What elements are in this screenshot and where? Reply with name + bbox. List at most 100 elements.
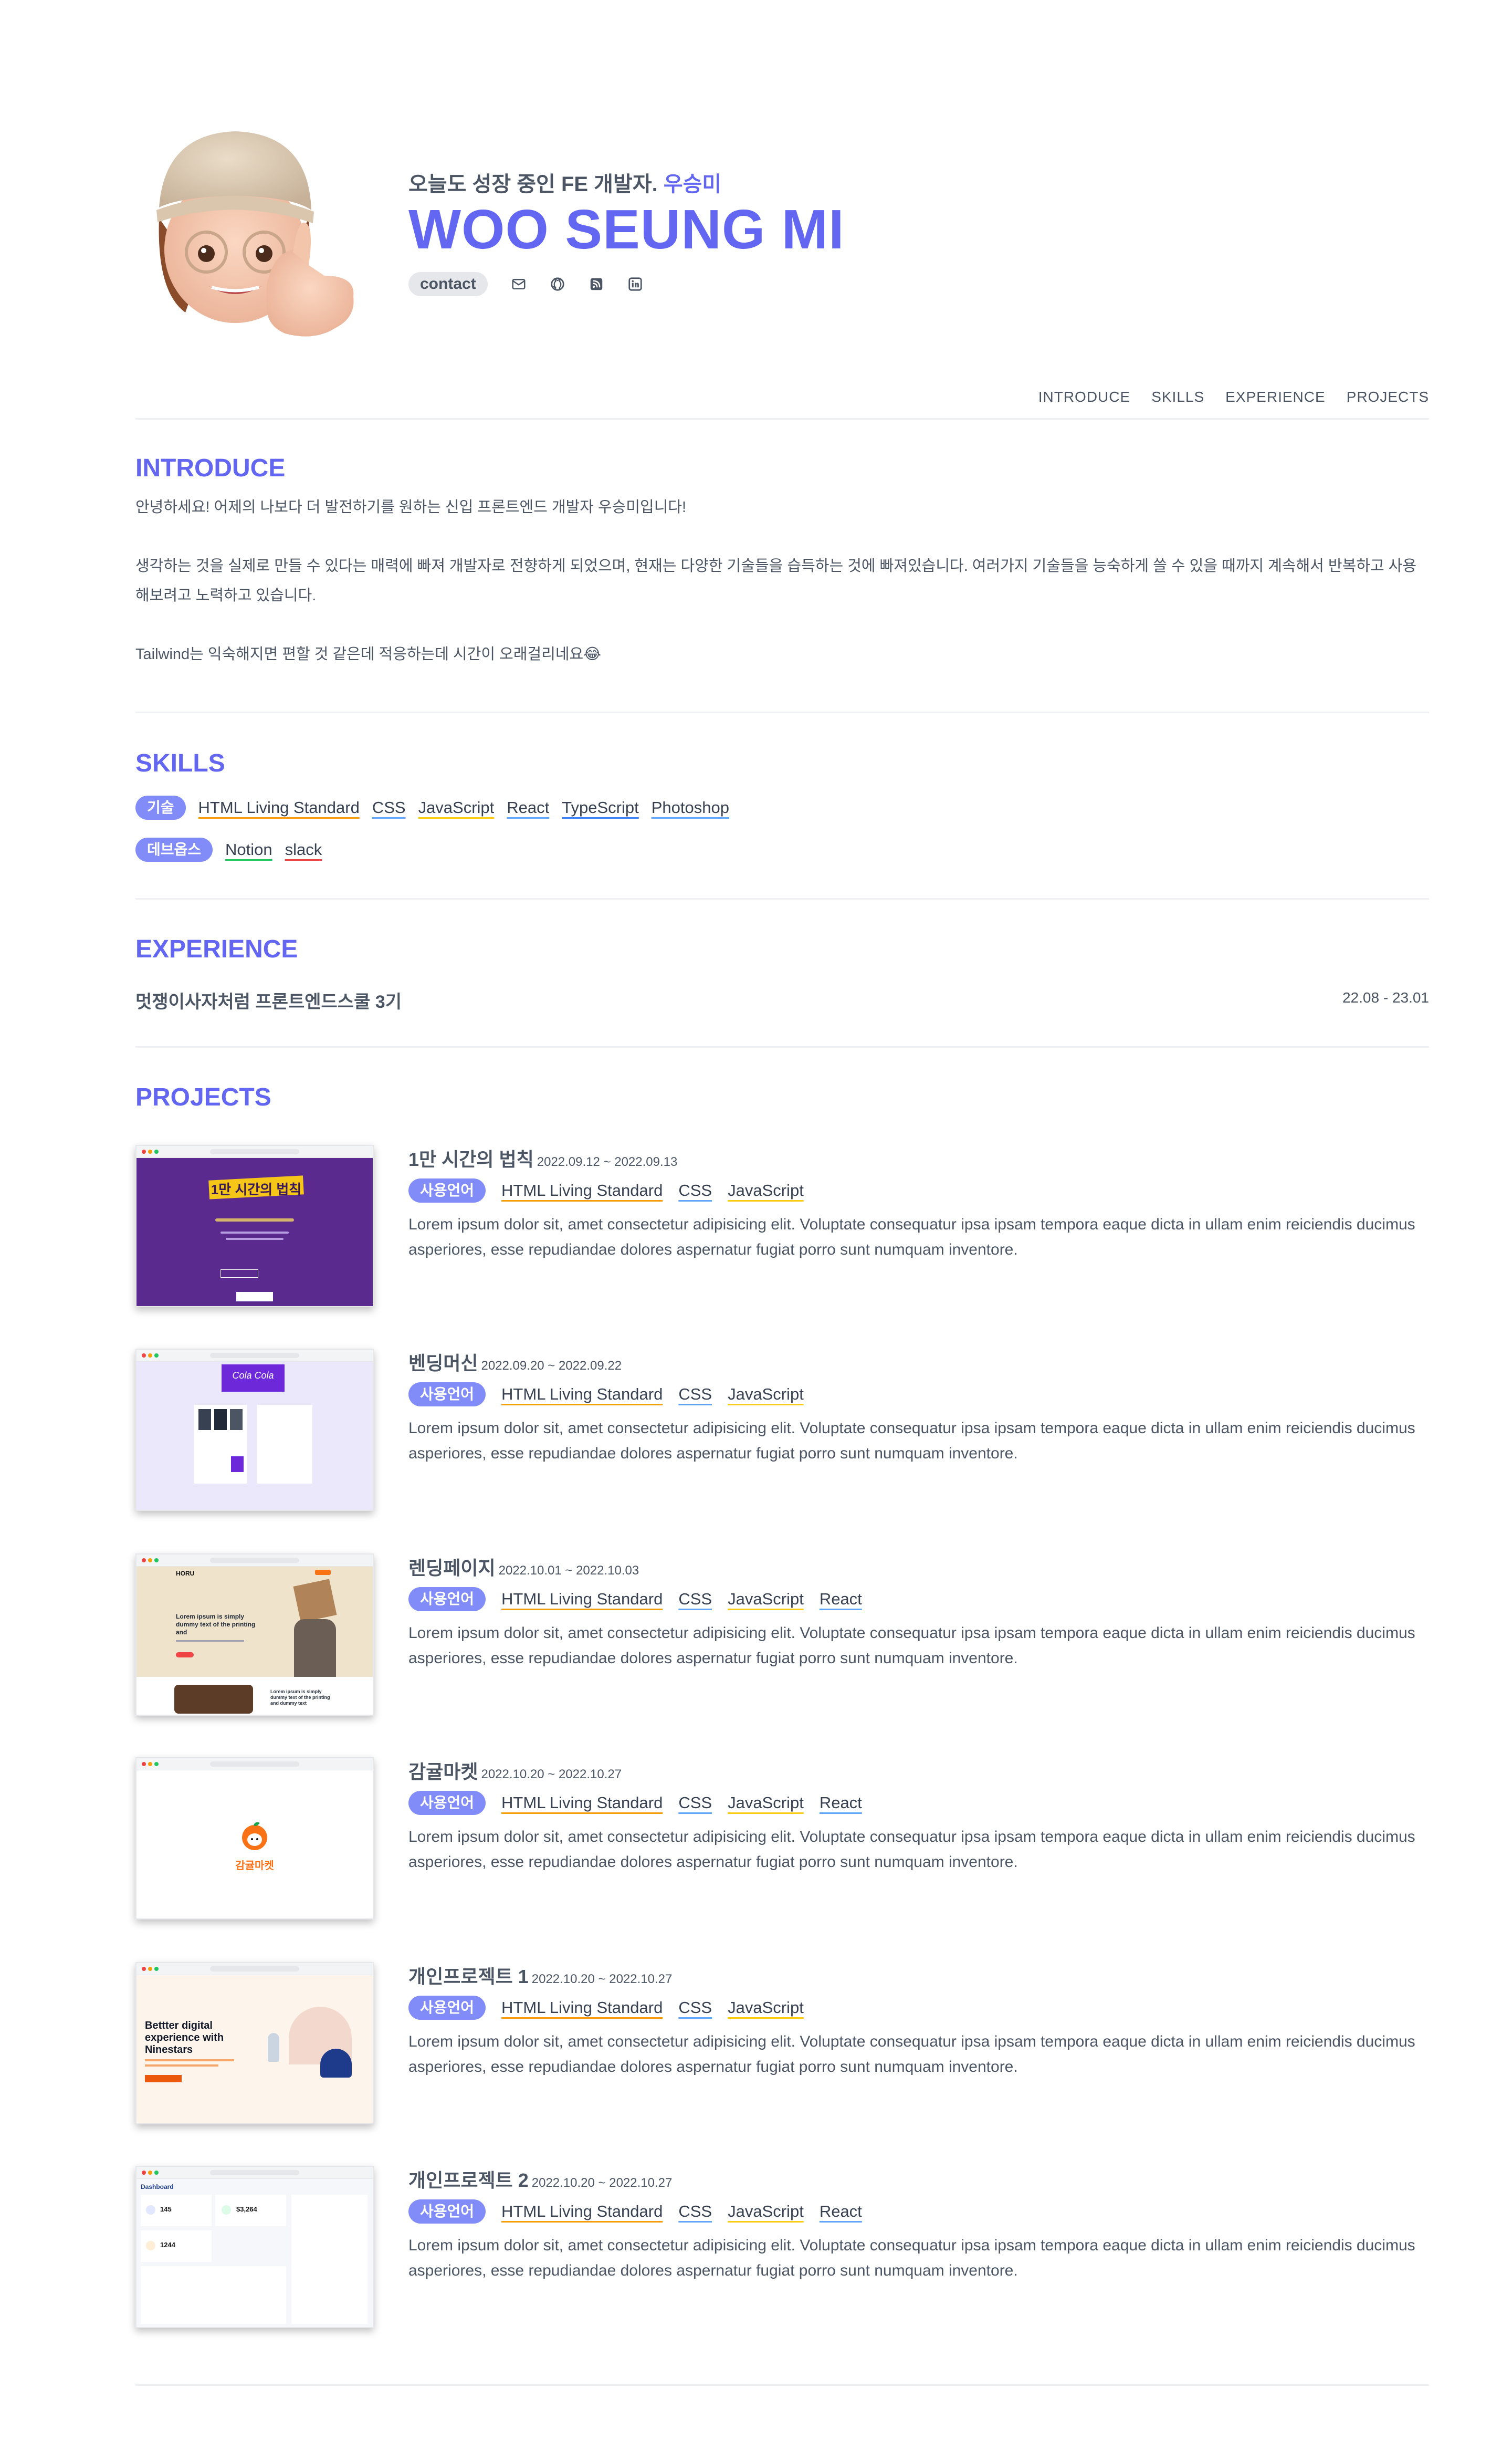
mail-icon[interactable] — [511, 276, 527, 292]
project-name: 개인프로젝트 1 — [408, 1966, 529, 1987]
project-description: Lorem ipsum dolor sit, amet consectetur … — [408, 1420, 1415, 1462]
language-tag: CSS — [678, 2202, 712, 2220]
project-date: 2022.10.20 ~ 2022.10.27 — [531, 1972, 673, 1986]
hero-subtitle: 오늘도 성장 중인 FE 개발자. 우승미 — [408, 168, 845, 201]
language-tag: React — [819, 1590, 862, 1608]
divider — [135, 898, 1429, 900]
language-tag: JavaScript — [728, 1998, 804, 2017]
language-tag: HTML Living Standard — [501, 1998, 663, 2017]
skill-tag: TypeScript — [562, 798, 639, 817]
project-thumbnail[interactable]: Dashboard 145 $3,264 1244 — [135, 2166, 374, 2328]
experience-date: 22.08 - 23.01 — [1342, 989, 1429, 1006]
project-name: 1만 시간의 법칙 — [408, 1149, 534, 1170]
project-card: Dashboard 145 $3,264 1244 개인프로젝트 2 2022.1… — [135, 2166, 1429, 2329]
project-thumbnail[interactable]: Cola Cola — [135, 1349, 374, 1511]
thumb-text: 145 — [160, 2205, 172, 2213]
thumb-text: HORU — [176, 1570, 195, 1577]
language-tag: CSS — [678, 1181, 712, 1199]
language-tag: JavaScript — [728, 2202, 804, 2220]
project-thumbnail[interactable]: 1만 시간의 법칙 — [135, 1145, 374, 1307]
project-description: Lorem ipsum dolor sit, amet consectetur … — [408, 1216, 1415, 1258]
skill-tag: JavaScript — [418, 798, 495, 817]
language-tag: JavaScript — [728, 1181, 804, 1199]
project-name: 렌딩페이지 — [408, 1557, 496, 1579]
project-title: 렌딩페이지 2022.10.01 ~ 2022.10.03 — [408, 1553, 1429, 1583]
project-date: 2022.09.20 ~ 2022.09.22 — [481, 1359, 622, 1373]
language-tag: CSS — [678, 1793, 712, 1812]
language-badge: 사용언어 — [408, 1382, 486, 1406]
contact-badge: contact — [408, 272, 488, 296]
project-info: 벤딩머신 2022.09.20 ~ 2022.09.22 사용언어 HTML Li… — [408, 1349, 1429, 1466]
contact-row: contact — [408, 272, 845, 296]
project-date: 2022.09.12 ~ 2022.09.13 — [537, 1155, 678, 1169]
project-name: 감귤마켓 — [408, 1761, 478, 1782]
github-icon[interactable] — [550, 276, 565, 292]
introduce-title: INTRODUCE — [135, 454, 286, 482]
language-tag: HTML Living Standard — [501, 1590, 663, 1608]
language-badge: 사용언어 — [408, 2199, 486, 2224]
project-thumbnail[interactable]: HORU Lorem ipsum is simply dummy text of… — [135, 1553, 374, 1716]
thumb-text: 감귤마켓 — [235, 1860, 274, 1872]
projects-title: PROJECTS — [135, 1083, 271, 1111]
thumb-text: $3,264 — [236, 2205, 257, 2213]
divider — [135, 712, 1429, 713]
project-info: 렌딩페이지 2022.10.01 ~ 2022.10.03 사용언어 HTML L… — [408, 1553, 1429, 1671]
project-title: 1만 시간의 법칙 2022.09.12 ~ 2022.09.13 — [408, 1145, 1429, 1174]
divider — [135, 1046, 1429, 1048]
nav-introduce[interactable]: INTRODUCE — [1038, 389, 1130, 405]
skills-devops-row: 데브옵스 Notion slack — [135, 838, 322, 862]
introduce-paragraph-3: Tailwind는 익숙해지면 편할 것 같은데 적응하는데 시간이 오래걸리네… — [135, 646, 602, 663]
thumb-text: Bettter digital experience with Ninestar… — [145, 2020, 224, 2056]
language-tag: React — [819, 2202, 862, 2220]
project-thumbnail[interactable]: 감귤마켓 — [135, 1757, 374, 1920]
thumb-text: Lorem ipsum is simply dummy text of the … — [270, 1689, 330, 1706]
language-badge: 사용언어 — [408, 1587, 486, 1611]
tangerine-icon — [242, 1822, 267, 1850]
thumb-text: 1만 시간의 법칙 — [211, 1182, 302, 1197]
introduce-paragraph-2: 생각하는 것을 실제로 만들 수 있다는 매력에 빠져 개발자로 전향하게 되었… — [135, 558, 1417, 604]
language-tag: HTML Living Standard — [501, 2202, 663, 2220]
language-tag: CSS — [678, 1590, 712, 1608]
thumb-text: 1244 — [160, 2241, 175, 2249]
language-tag: HTML Living Standard — [501, 1793, 663, 1812]
skill-tag: HTML Living Standard — [198, 798, 360, 817]
thumb-text: Dashboard — [141, 2183, 174, 2190]
language-badge: 사용언어 — [408, 1791, 486, 1815]
skill-tag: slack — [285, 840, 322, 859]
project-info: 개인프로젝트 1 2022.10.20 ~ 2022.10.27 사용언어 HTM… — [408, 1962, 1429, 2080]
rss-icon[interactable] — [589, 276, 604, 292]
project-title: 감귤마켓 2022.10.20 ~ 2022.10.27 — [408, 1757, 1429, 1787]
project-title: 개인프로젝트 2 2022.10.20 ~ 2022.10.27 — [408, 2166, 1429, 2195]
project-card: Cola Cola 벤딩머신 2022.09.20 ~ 2022.09.22 사용… — [135, 1349, 1429, 1511]
project-tags: 사용언어 HTML Living Standard CSS JavaScript — [408, 1381, 1429, 1407]
skill-tag: CSS — [372, 798, 406, 817]
project-name: 개인프로젝트 2 — [408, 2169, 529, 2191]
skill-tag: Notion — [225, 840, 272, 859]
project-description: Lorem ipsum dolor sit, amet consectetur … — [408, 2033, 1415, 2075]
nav-projects[interactable]: PROJECTS — [1347, 389, 1429, 405]
project-info: 1만 시간의 법칙 2022.09.12 ~ 2022.09.13 사용언어 HT… — [408, 1145, 1429, 1263]
project-thumbnail[interactable]: Bettter digital experience with Ninestar… — [135, 1962, 374, 2124]
subtitle-name: 우승미 — [663, 173, 722, 196]
project-card: Bettter digital experience with Ninestar… — [135, 1962, 1429, 2125]
experience-title: EXPERIENCE — [135, 935, 298, 963]
language-tag: JavaScript — [728, 1793, 804, 1812]
skills-tech-row: 기술 HTML Living Standard CSS JavaScript R… — [135, 796, 729, 820]
nav-skills[interactable]: SKILLS — [1151, 389, 1204, 405]
hero: 오늘도 성장 중인 FE 개발자. 우승미 WOO SEUNG MI conta… — [408, 168, 845, 296]
introduce-paragraph-1: 안녕하세요! 어제의 나보다 더 발전하기를 원하는 신입 프론트엔드 개발자 … — [135, 499, 687, 516]
project-info: 개인프로젝트 2 2022.10.20 ~ 2022.10.27 사용언어 HTM… — [408, 2166, 1429, 2283]
nav-experience[interactable]: EXPERIENCE — [1225, 389, 1326, 405]
project-info: 감귤마켓 2022.10.20 ~ 2022.10.27 사용언어 HTML Li… — [408, 1757, 1429, 1875]
language-badge: 사용언어 — [408, 1996, 486, 2020]
project-date: 2022.10.01 ~ 2022.10.03 — [498, 1563, 639, 1578]
divider — [135, 418, 1429, 420]
linkedin-icon[interactable] — [627, 276, 643, 292]
language-tag: JavaScript — [728, 1385, 804, 1403]
skill-category-badge: 데브옵스 — [135, 838, 213, 862]
project-tags: 사용언어 HTML Living Standard CSS JavaScript — [408, 1177, 1429, 1204]
project-tags: 사용언어 HTML Living Standard CSS JavaScript — [408, 1995, 1429, 2021]
skill-tag: Photoshop — [651, 798, 729, 817]
project-date: 2022.10.20 ~ 2022.10.27 — [531, 2176, 673, 2190]
language-tag: CSS — [678, 1385, 712, 1403]
